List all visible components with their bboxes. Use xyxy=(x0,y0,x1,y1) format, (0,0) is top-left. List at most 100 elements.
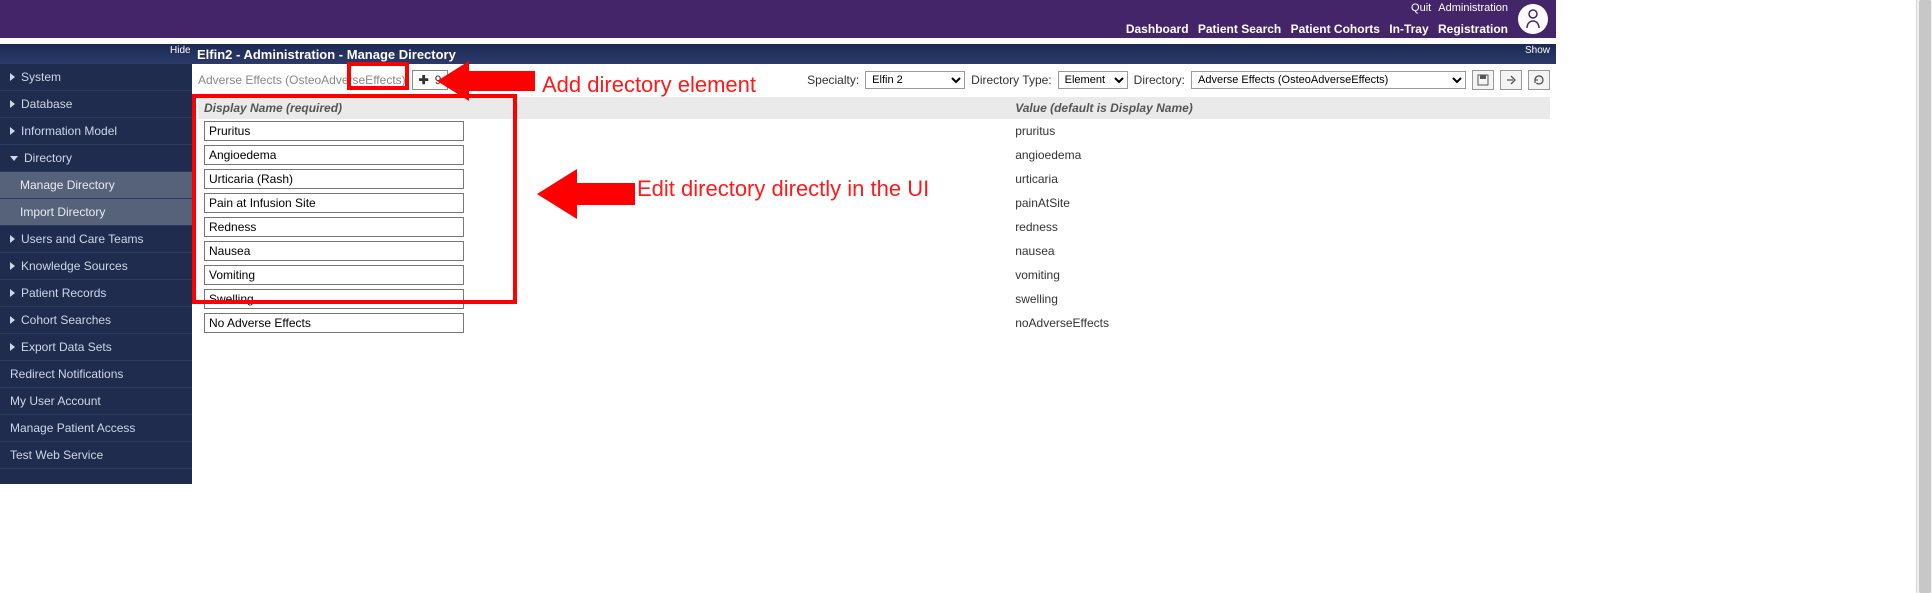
element-count: 9 xyxy=(435,73,442,87)
export-button[interactable] xyxy=(1500,70,1522,90)
sidebar-item-directory[interactable]: Directory xyxy=(0,145,192,172)
sidebar-item-knowledge-sources[interactable]: Knowledge Sources xyxy=(0,253,192,280)
chevron-right-icon xyxy=(10,235,15,243)
value-cell: noAdverseEffects xyxy=(1009,311,1550,335)
value-cell: redness xyxy=(1009,215,1550,239)
table-row: vomiting xyxy=(198,263,1550,287)
display-name-input[interactable] xyxy=(204,289,464,309)
value-cell: vomiting xyxy=(1009,263,1550,287)
hide-sidebar-link[interactable]: Hide xyxy=(170,45,191,56)
page-title: Elfin2 - Administration - Manage Directo… xyxy=(197,47,456,62)
app-header: Quit Administration Dashboard Patient Se… xyxy=(0,0,1556,38)
sidebar-item-manage-patient-access[interactable]: Manage Patient Access xyxy=(0,415,192,442)
specialty-select[interactable]: Elfin 2 xyxy=(865,71,965,89)
table-row: pruritus xyxy=(198,119,1550,143)
header-nav-links: Dashboard Patient Search Patient Cohorts… xyxy=(1120,22,1508,36)
nav-dashboard[interactable]: Dashboard xyxy=(1126,22,1189,36)
display-name-input[interactable] xyxy=(204,145,464,165)
sidebar-item-label: Redirect Notifications xyxy=(10,367,123,381)
display-name-input[interactable] xyxy=(204,193,464,213)
sidebar-item-system[interactable]: System xyxy=(0,64,192,91)
sidebar-item-label: Users and Care Teams xyxy=(21,232,144,246)
administration-link[interactable]: Administration xyxy=(1438,2,1508,14)
display-name-input[interactable] xyxy=(204,313,464,333)
sidebar-item-my-user-account[interactable]: My User Account xyxy=(0,388,192,415)
chevron-right-icon xyxy=(10,343,15,351)
directory-type-label: Directory Type: xyxy=(971,73,1051,87)
vertical-scrollbar[interactable] xyxy=(1916,0,1932,593)
sidebar-item-label: My User Account xyxy=(10,394,101,408)
value-cell: nausea xyxy=(1009,239,1550,263)
layout: System Database Information Model Direct… xyxy=(0,64,1556,484)
directory-select[interactable]: Adverse Effects (OsteoAdverseEffects) xyxy=(1191,71,1466,89)
sidebar-item-database[interactable]: Database xyxy=(0,91,192,118)
sidebar-item-label: System xyxy=(21,70,61,84)
main-content: Adverse Effects (OsteoAdverseEffects) ✚ … xyxy=(192,64,1556,484)
directory-name-label: Adverse Effects (OsteoAdverseEffects) xyxy=(198,73,406,87)
chevron-right-icon xyxy=(10,100,15,108)
table-row: redness xyxy=(198,215,1550,239)
sidebar-item-label: Directory xyxy=(24,151,72,165)
nav-registration[interactable]: Registration xyxy=(1438,22,1508,36)
display-name-input[interactable] xyxy=(204,217,464,237)
sidebar-item-label: Import Directory xyxy=(20,205,105,219)
table-row: painAtSite xyxy=(198,191,1550,215)
table-row: swelling xyxy=(198,287,1550,311)
quit-link[interactable]: Quit xyxy=(1411,2,1431,14)
sidebar: System Database Information Model Direct… xyxy=(0,64,192,484)
sidebar-item-patient-records[interactable]: Patient Records xyxy=(0,280,192,307)
show-link[interactable]: Show xyxy=(1525,45,1550,56)
scrollbar-thumb[interactable] xyxy=(1919,0,1931,593)
sidebar-item-label: Database xyxy=(21,97,72,111)
header-top-links: Quit Administration xyxy=(1407,2,1508,14)
sidebar-item-test-web-service[interactable]: Test Web Service xyxy=(0,442,192,469)
nav-patient-cohorts[interactable]: Patient Cohorts xyxy=(1291,22,1380,36)
table-row: angioedema xyxy=(198,143,1550,167)
table-row: urticaria xyxy=(198,167,1550,191)
toolbar: Adverse Effects (OsteoAdverseEffects) ✚ … xyxy=(192,64,1556,97)
specialty-label: Specialty: xyxy=(807,73,859,87)
display-name-input[interactable] xyxy=(204,265,464,285)
directory-select-label: Directory: xyxy=(1134,73,1185,87)
sidebar-item-label: Information Model xyxy=(21,124,117,138)
export-icon xyxy=(1505,74,1517,86)
directory-table-area: Display Name (required) Value (default i… xyxy=(192,97,1556,335)
display-name-input[interactable] xyxy=(204,121,464,141)
value-cell: pruritus xyxy=(1009,119,1550,143)
column-header-display-name: Display Name (required) xyxy=(198,97,1009,119)
sidebar-item-users-care-teams[interactable]: Users and Care Teams xyxy=(0,226,192,253)
sidebar-item-label: Export Data Sets xyxy=(21,340,112,354)
sidebar-item-redirect-notifications[interactable]: Redirect Notifications xyxy=(0,361,192,388)
sidebar-item-import-directory[interactable]: Import Directory xyxy=(0,199,192,226)
add-element-button[interactable]: ✚ 9 xyxy=(412,70,449,90)
chevron-right-icon xyxy=(10,289,15,297)
person-icon xyxy=(1524,8,1542,30)
display-name-input[interactable] xyxy=(204,169,464,189)
save-button[interactable] xyxy=(1472,70,1494,90)
nav-patient-search[interactable]: Patient Search xyxy=(1198,22,1281,36)
toolbar-right: Specialty: Elfin 2 Directory Type: Eleme… xyxy=(807,70,1550,90)
table-row: nausea xyxy=(198,239,1550,263)
value-cell: swelling xyxy=(1009,287,1550,311)
sidebar-item-cohort-searches[interactable]: Cohort Searches xyxy=(0,307,192,334)
directory-type-select[interactable]: Element xyxy=(1058,71,1128,89)
chevron-right-icon xyxy=(10,262,15,270)
chevron-right-icon xyxy=(10,73,15,81)
nav-in-tray[interactable]: In-Tray xyxy=(1389,22,1428,36)
refresh-button[interactable] xyxy=(1528,70,1550,90)
sidebar-item-label: Cohort Searches xyxy=(21,313,111,327)
table-row: noAdverseEffects xyxy=(198,311,1550,335)
sidebar-item-label: Knowledge Sources xyxy=(21,259,128,273)
column-header-value: Value (default is Display Name) xyxy=(1009,97,1550,119)
sidebar-item-export-data-sets[interactable]: Export Data Sets xyxy=(0,334,192,361)
avatar[interactable] xyxy=(1518,4,1548,34)
refresh-icon xyxy=(1533,74,1545,86)
sidebar-item-manage-directory[interactable]: Manage Directory xyxy=(0,172,192,199)
display-name-input[interactable] xyxy=(204,241,464,261)
chevron-right-icon xyxy=(10,127,15,135)
save-icon xyxy=(1477,74,1489,86)
sidebar-item-information-model[interactable]: Information Model xyxy=(0,118,192,145)
chevron-right-icon xyxy=(10,316,15,324)
chevron-down-icon xyxy=(10,156,18,161)
sidebar-item-label: Test Web Service xyxy=(10,448,103,462)
